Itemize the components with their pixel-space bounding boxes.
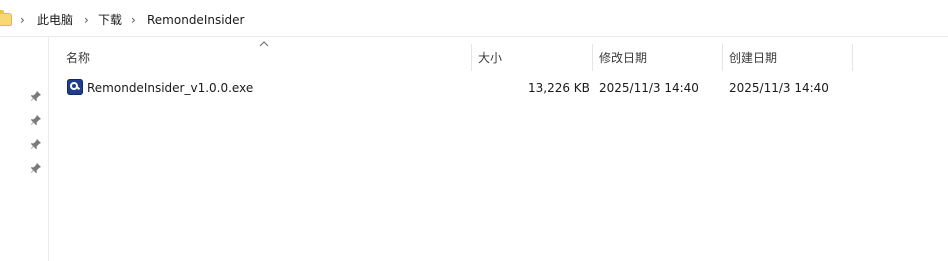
column-header-date-modified[interactable]: 修改日期 [599, 46, 647, 70]
breadcrumb-item-this-pc[interactable]: 此电脑 [37, 12, 73, 28]
sort-ascending-icon [259, 41, 269, 47]
column-header-date-created[interactable]: 创建日期 [729, 46, 777, 70]
column-divider[interactable] [471, 44, 472, 71]
pin-icon[interactable] [30, 138, 42, 150]
breadcrumb-separator[interactable]: › [131, 12, 136, 28]
breadcrumb-item-remondeinsider[interactable]: RemondeInsider [147, 12, 244, 28]
navigation-pane [0, 37, 49, 261]
file-date-created: 2025/11/3 14:40 [729, 81, 829, 95]
column-divider[interactable] [592, 44, 593, 71]
pin-icon[interactable] [30, 90, 42, 102]
file-row[interactable]: RemondeInsider_v1.0.0.exe 13,226 KB 2025… [60, 76, 848, 100]
file-name: RemondeInsider_v1.0.0.exe [87, 81, 254, 95]
folder-icon [0, 10, 12, 26]
column-header-size[interactable]: 大小 [478, 46, 502, 70]
file-size: 13,226 KB [528, 81, 590, 95]
column-divider[interactable] [852, 44, 853, 71]
app-exe-icon [67, 79, 83, 95]
address-bar[interactable]: › 此电脑 › 下载 › RemondeInsider [0, 0, 948, 37]
breadcrumb-item-downloads[interactable]: 下载 [98, 12, 122, 28]
file-date-modified: 2025/11/3 14:40 [599, 81, 699, 95]
column-header-name[interactable]: 名称 [66, 46, 90, 70]
pin-icon[interactable] [30, 114, 42, 126]
breadcrumb-separator[interactable]: › [84, 12, 89, 28]
column-divider[interactable] [722, 44, 723, 71]
pin-icon[interactable] [30, 162, 42, 174]
breadcrumb-separator: › [20, 13, 25, 27]
